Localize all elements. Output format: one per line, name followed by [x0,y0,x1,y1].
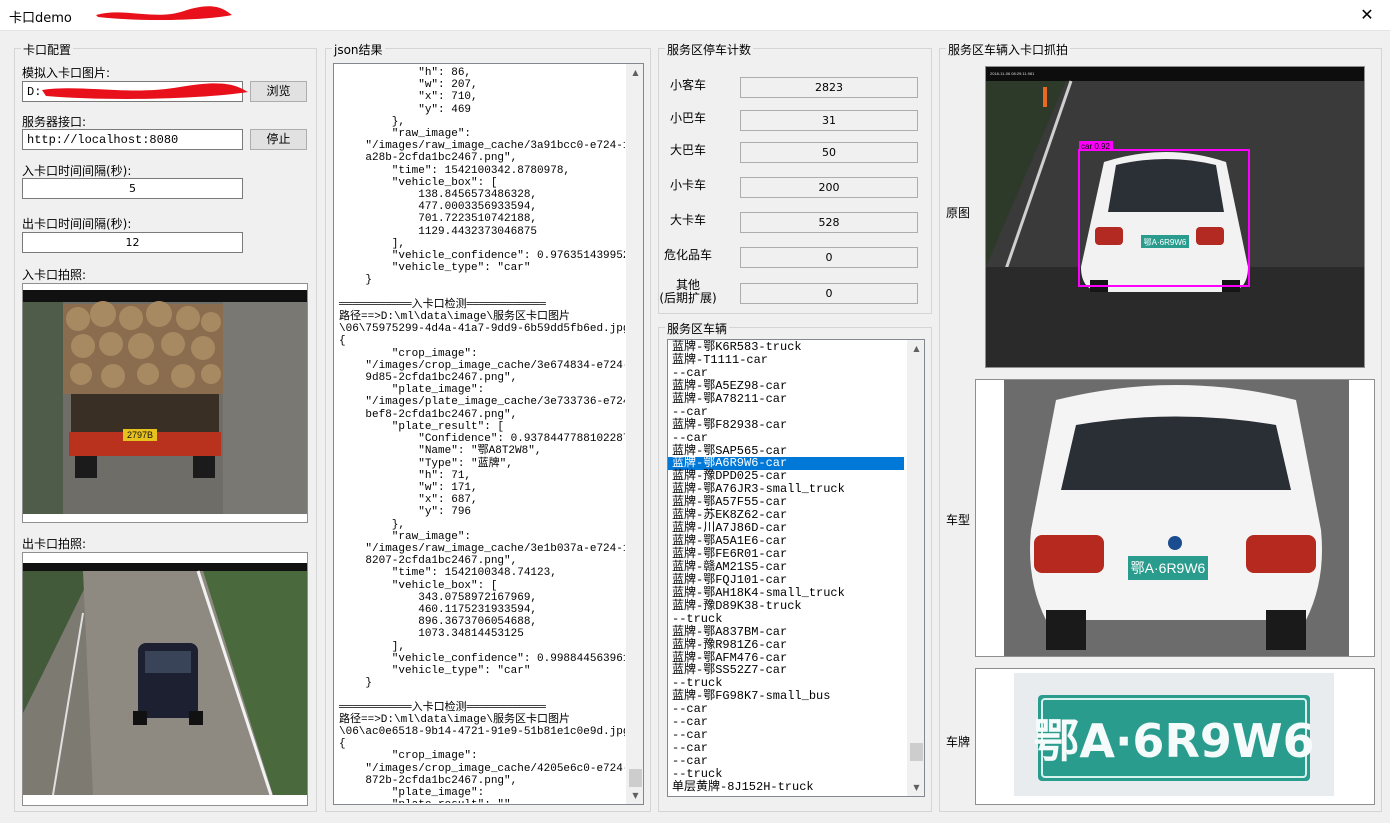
entry-plate-text: 2797B [127,430,153,440]
original-image-svg: 2018-11-06 08:29:11.981 鄂A·6R9W6 car 0.9… [986,67,1364,367]
vehicle-list-item[interactable]: --truck [668,767,904,781]
exit-interval-field[interactable]: 12 [22,232,243,253]
count-label: 大卡车 [669,213,706,227]
count-label: 小卡车 [669,178,706,192]
sim-image-label: 模拟入卡口图片: [22,66,111,80]
count-label: 小客车 [669,78,706,92]
scroll-down-icon[interactable]: ▼ [627,787,644,804]
plate-image: 鄂A·6R9W6 [975,668,1375,805]
vehicle-list-item[interactable]: 单层黄牌-8J152H-truck [668,780,904,794]
vehicle-list-item[interactable]: --truck [668,612,904,626]
count-label: 小巴车 [669,111,706,125]
count-value: 0 [825,287,833,300]
entry-interval-label: 入卡口时间间隔(秒): [22,164,132,178]
stop-button[interactable]: 停止 [250,129,307,150]
vehicle-items: 蓝牌-鄂K6R583-truck 蓝牌-T1111-car --car 蓝牌-鄂A5E… [668,341,908,794]
vehicle-list-item[interactable]: --car [668,431,904,445]
vehicle-list-item[interactable]: --car [668,366,904,380]
vehicle-list-item[interactable]: 蓝牌-T1111-car [668,353,904,367]
count-value-field: 2823 [740,77,918,98]
plate-text: 鄂A·6R9W6 [1033,714,1314,768]
vehicle-list-item[interactable]: 蓝牌-鄂A78211-car [668,392,904,406]
vehicle-list-item[interactable]: 蓝牌-赣AM21S5-car [668,560,904,574]
model-image: 鄂A·6R9W6 [975,379,1375,657]
vehicle-list-item[interactable]: 蓝牌-鄂AH18K4-small_truck [668,586,904,600]
vehicle-scroll-thumb[interactable] [910,743,923,761]
count-value-field: 0 [740,247,918,268]
count-value-field: 528 [740,212,918,233]
title-bar: 卡口demo ✕ [0,0,1390,31]
exit-photo-image [23,553,307,805]
vehicle-list-item[interactable]: 蓝牌-鄂F82938-car [668,418,904,432]
scroll-up-icon[interactable]: ▲ [908,340,924,357]
vehicle-list-item[interactable]: 蓝牌-鄂A837BM-car [668,625,904,639]
vehicle-list-item[interactable]: 蓝牌-豫R981Z6-car [668,638,904,652]
count-label: 危化品车 [663,248,712,262]
model-plate-text: 鄂A·6R9W6 [1131,560,1206,576]
plate-image-svg: 鄂A·6R9W6 [976,669,1374,804]
browse-button[interactable]: 浏览 [250,81,307,102]
close-icon[interactable]: ✕ [1354,3,1380,27]
vehicle-list-item[interactable]: --car [668,405,904,419]
vehicle-list-item[interactable]: --car [668,755,904,768]
plate-label: 车牌 [946,735,971,749]
vehicles-legend: 服务区车辆 [665,320,730,337]
vehicle-list-item[interactable]: 蓝牌-鄂FQJ101-car [668,573,904,587]
count-value-field: 0 [740,283,918,304]
vehicle-listbox[interactable]: 蓝牌-鄂K6R583-truck 蓝牌-T1111-car --car 蓝牌-鄂A5E… [667,339,925,797]
server-url-field[interactable]: http://localhost:8080 [22,129,243,150]
original-timestamp: 2018-11-06 08:29:11.981 [990,71,1035,76]
count-label: 大巴车 [669,143,706,157]
count-value: 2823 [815,81,843,94]
entry-photo-label: 入卡口拍照: [22,268,87,282]
window-title: 卡口demo [9,11,72,26]
vehicle-list-item[interactable]: 蓝牌-鄂A5EZ98-car [668,379,904,393]
redaction-scribble [96,6,232,21]
model-label: 车型 [946,513,971,527]
path-redaction-scribble [42,83,248,99]
original-plate-text: 鄂A·6R9W6 [1144,238,1187,247]
capture-legend: 服务区车辆入卡口抓拍 [946,41,1071,58]
exit-photo [22,552,308,806]
json-legend: json结果 [332,41,385,58]
json-text: "h": 86, "w": 207, "x": 710, "y": 469 },… [335,65,625,803]
scroll-up-icon[interactable]: ▲ [627,64,644,81]
json-textbox[interactable]: "h": 86, "w": 207, "x": 710, "y": 469 },… [333,63,644,805]
scroll-down-icon[interactable]: ▼ [908,779,924,796]
vehicle-list-item[interactable]: 蓝牌-豫D89K38-truck [668,599,904,613]
count-value: 528 [818,216,840,229]
count-value-field: 31 [740,110,918,131]
count-value: 0 [825,251,833,264]
count-value: 50 [822,146,836,159]
count-value-field: 50 [740,142,918,163]
exit-interval-value: 12 [125,236,140,249]
count-value: 200 [818,181,840,194]
entry-interval-value: 5 [129,182,136,195]
original-label: 原图 [946,206,971,220]
detection-label: car 0.92 [1081,142,1110,151]
vehicle-list-item[interactable]: 蓝牌-鄂K6R583-truck [668,341,904,354]
count-value: 31 [822,114,836,127]
counts-legend: 服务区停车计数 [665,41,754,58]
original-image: 2018-11-06 08:29:11.981 鄂A·6R9W6 car 0.9… [985,66,1365,368]
exit-photo-label: 出卡口拍照: [22,537,87,551]
model-image-svg: 鄂A·6R9W6 [976,380,1374,656]
entry-photo: 2797B [22,283,308,523]
vehicle-list-item[interactable]: 蓝牌-鄂FE6R01-car [668,548,904,561]
json-scroll-thumb[interactable] [629,769,642,787]
exit-interval-label: 出卡口时间间隔(秒): [22,217,132,231]
vehicle-scrollbar[interactable]: ▲ ▼ [907,340,924,796]
server-url-value: http://localhost:8080 [27,133,179,147]
entry-interval-field[interactable]: 5 [22,178,243,199]
config-legend: 卡口配置 [21,41,74,58]
count-label: 其他 (后期扩展) [659,278,717,305]
count-value-field: 200 [740,177,918,198]
json-scrollbar[interactable]: ▲ ▼ [626,64,643,804]
entry-photo-image: 2797B [23,284,307,522]
server-label: 服务器接口: [22,115,87,129]
